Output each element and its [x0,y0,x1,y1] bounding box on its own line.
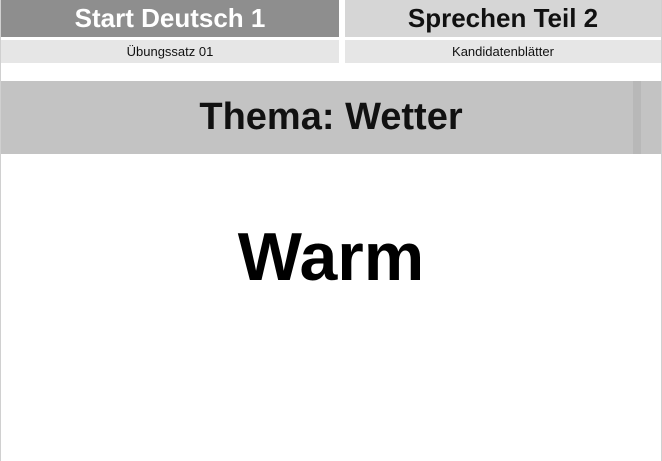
header-bar: Start Deutsch 1 Sprechen Teil 2 [1,0,661,37]
exam-card-page: Start Deutsch 1 Sprechen Teil 2 Übungssa… [0,0,662,461]
exam-title: Start Deutsch 1 [1,0,345,37]
card-word: Warm [237,219,425,295]
topic-title: Thema: Wetter [1,81,661,154]
section-title: Sprechen Teil 2 [345,0,661,37]
subheader-bar: Übungssatz 01 Kandidatenblätter [1,40,661,67]
candidate-sheets-label: Kandidatenblätter [345,40,661,63]
practice-set-label: Übungssatz 01 [1,40,345,63]
